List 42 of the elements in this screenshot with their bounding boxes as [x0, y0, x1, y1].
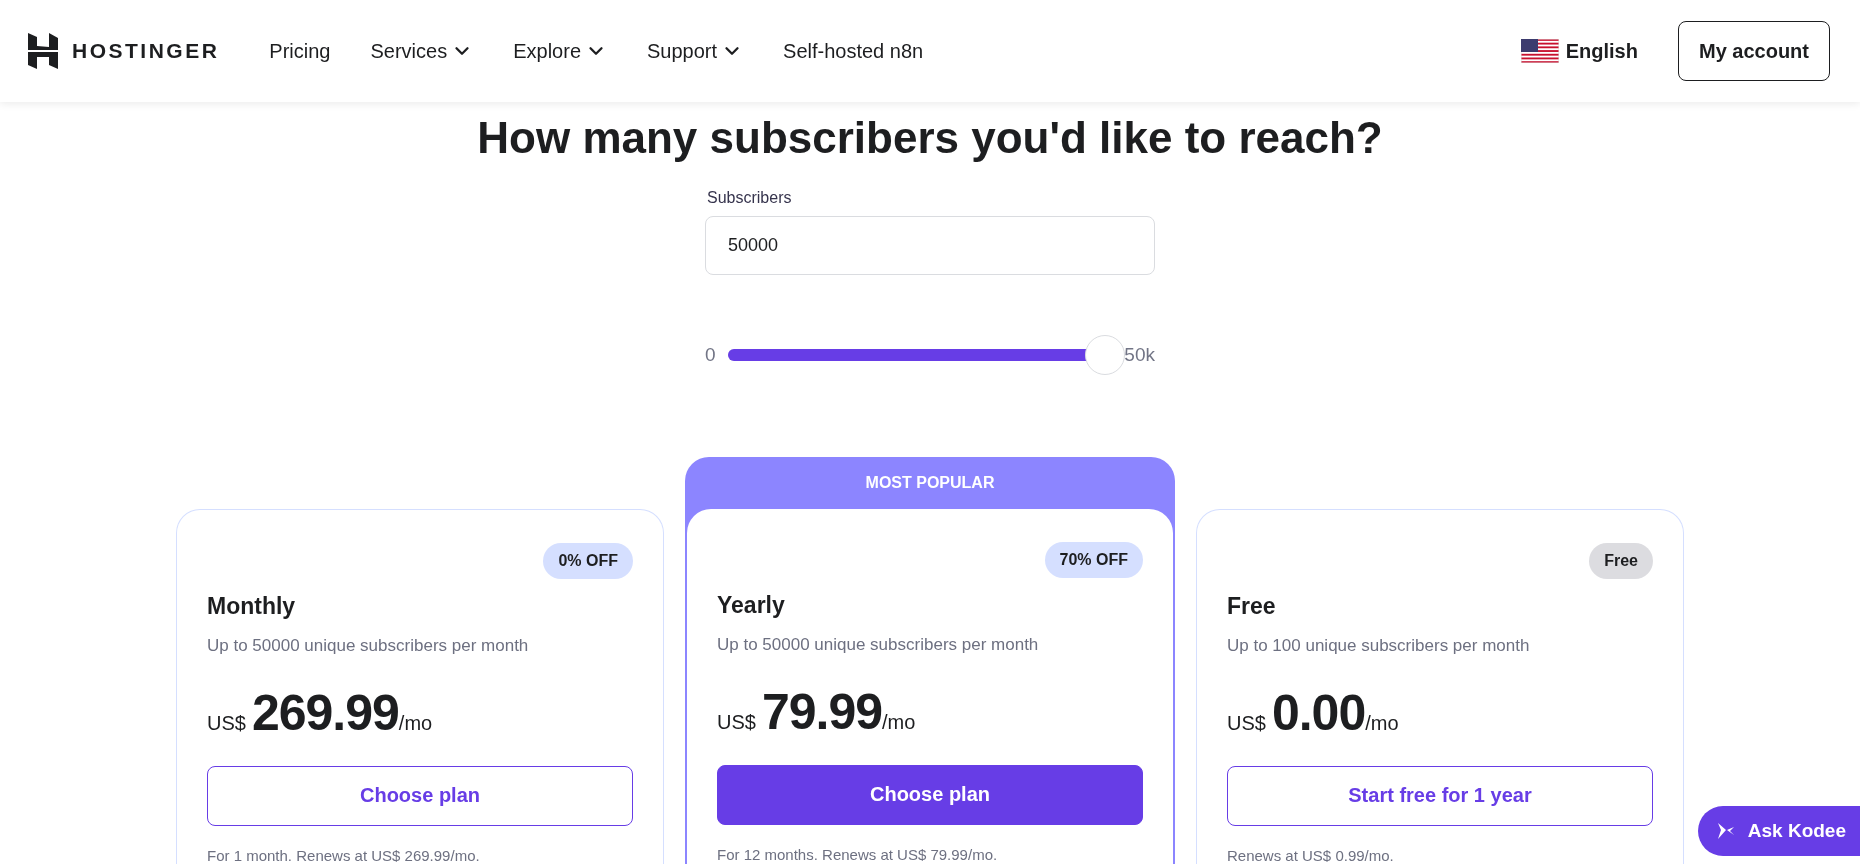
renewal-note: For 1 month. Renews at US$ 269.99/mo.	[207, 846, 481, 864]
plan-button[interactable]: Start free for 1 year	[1227, 765, 1653, 826]
field-label: Subscribers	[706, 188, 793, 207]
page-heading: How many subscribers you'd like to reach?	[477, 112, 1383, 164]
sparkle-icon	[1715, 821, 1736, 841]
flag-icon	[1520, 39, 1559, 63]
renewal-note: For 12 months. Renews at US$ 79.99/mo.	[717, 845, 999, 863]
price-period: /mo	[1365, 711, 1399, 735]
plan-name: Free	[1227, 592, 1277, 620]
plan-name: Monthly	[207, 592, 297, 620]
renewal-note: Renews at US$ 0.99/mo.	[1227, 846, 1395, 864]
plan-name: Yearly	[717, 591, 786, 619]
nav-link[interactable]: Services	[370, 39, 474, 63]
nav-link[interactable]: Support	[647, 39, 744, 63]
plan-button[interactable]: Choose plan	[717, 764, 1143, 825]
discount-badge: 0% OFF	[543, 542, 633, 579]
plan-description: Up to 50000 unique subscribers per month	[717, 634, 1040, 655]
currency: US$	[717, 710, 756, 734]
chat-button[interactable]: Ask Kodee	[1697, 806, 1860, 856]
subscribers-field[interactable]: 50000	[705, 215, 1155, 275]
nav-link[interactable]: Self-hosted n8n	[783, 39, 924, 63]
logo-icon	[28, 33, 58, 69]
logo[interactable]: HOSTINGER	[72, 39, 220, 63]
account-button[interactable]: My account	[1677, 21, 1830, 81]
price: 269.99	[251, 683, 399, 742]
discount-badge: Free	[1589, 542, 1653, 579]
language-selector[interactable]: English	[1520, 39, 1638, 63]
slider-max-label: 50k	[1124, 343, 1155, 366]
price-period: /mo	[882, 710, 916, 734]
currency: US$	[1227, 711, 1266, 735]
plan-button[interactable]: Choose plan	[207, 765, 633, 826]
discount-badge: 70% OFF	[1044, 541, 1143, 578]
price: 0.00	[1271, 683, 1366, 742]
currency: US$	[207, 711, 246, 735]
price-period: /mo	[398, 711, 433, 735]
popular-label: MOST POPULAR	[864, 472, 996, 493]
nav-link[interactable]: Pricing	[269, 39, 331, 63]
plan-description: Up to 50000 unique subscribers per month	[207, 635, 530, 656]
plan-description: Up to 100 unique subscribers per month	[1227, 635, 1531, 656]
slider-min-label: 0	[705, 343, 716, 366]
price: 79.99	[761, 682, 883, 741]
nav-link[interactable]: Explore	[513, 39, 607, 63]
